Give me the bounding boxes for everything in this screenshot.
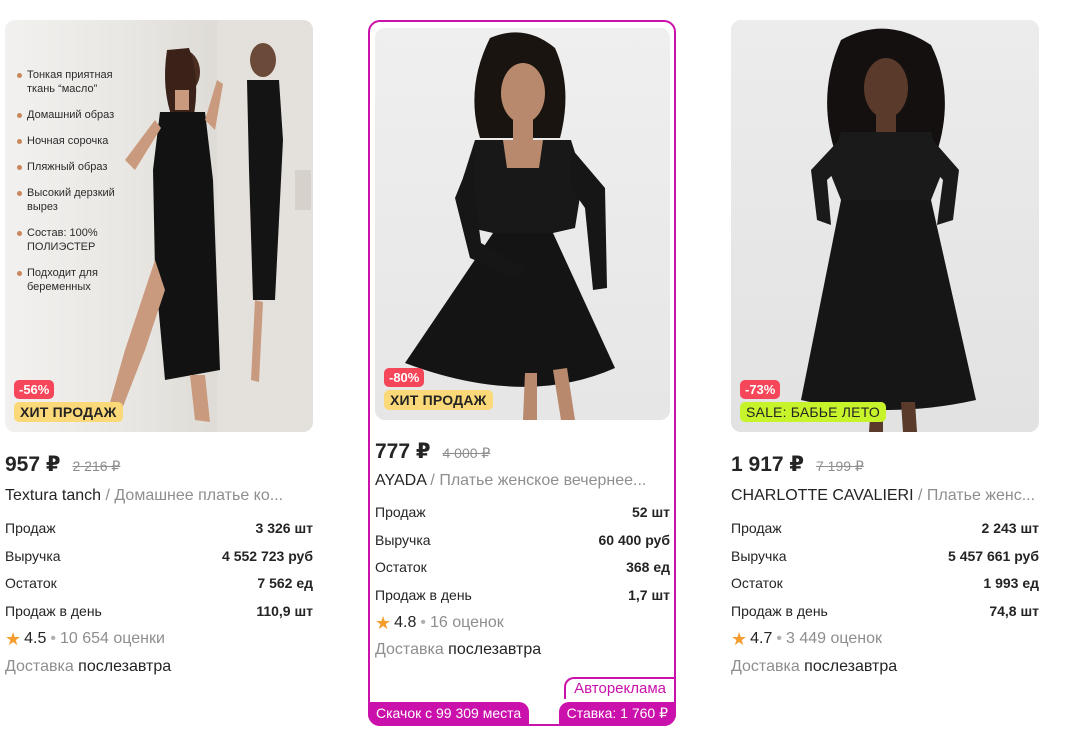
old-price: 2 216 ₽ xyxy=(72,458,121,474)
product-title[interactable]: CHARLOTTE CAVALIERI / Платье женс... xyxy=(731,487,1036,505)
price-line: 1 917 ₽ 7 199 ₽ xyxy=(731,452,1039,477)
feature-item: Пляжный образ xyxy=(17,160,132,174)
product-image[interactable]: Тонкая приятная ткань “масло” Домашний о… xyxy=(5,20,313,432)
rating: ★ 4.5 • 10 654 оценки xyxy=(5,630,313,648)
stat-row: Продаж 52 шт xyxy=(375,504,670,520)
brand: Textura tanch xyxy=(5,487,102,504)
product-image[interactable]: -80% ХИТ ПРОДАЖ xyxy=(375,28,670,420)
model-silhouette xyxy=(405,32,615,420)
delivery-value: послезавтра xyxy=(78,658,172,675)
price: 957 ₽ xyxy=(5,453,61,476)
feature-item: Домашний образ xyxy=(17,108,132,122)
stat-row: Продаж 3 326 шт xyxy=(5,520,313,536)
stats-table: Продаж 52 шт Выручка 60 400 руб Остаток 368… xyxy=(375,502,670,612)
product-name: / Платье женс... xyxy=(913,487,1036,504)
rating-value: 4.7 xyxy=(750,630,773,647)
price: 777 ₽ xyxy=(375,440,431,463)
stat-row: Продаж в день 74,8 шт xyxy=(731,602,1039,619)
reviews-count: 3 449 оценок xyxy=(786,630,882,647)
delivery: Доставка послезавтра xyxy=(5,658,313,676)
old-price: 7 199 ₽ xyxy=(816,458,864,474)
stat-row: Остаток 7 562 ед xyxy=(5,575,313,591)
product-card[interactable]: Тонкая приятная ткань “масло” Домашний о… xyxy=(5,20,313,676)
rating: ★ 4.7 • 3 449 оценок xyxy=(731,630,1039,648)
product-title[interactable]: AYADA / Платье женское вечернее... xyxy=(375,472,668,490)
star-icon: ★ xyxy=(731,629,748,649)
product-name: / Платье женское вечернее... xyxy=(425,472,647,489)
badges: -56% ХИТ ПРОДАЖ xyxy=(14,380,123,422)
separator: • xyxy=(50,630,56,647)
delivery-label: Доставка xyxy=(731,658,800,675)
delivery-label: Доставка xyxy=(375,641,444,658)
stat-row: Продаж в день 1,7 шт xyxy=(375,586,670,603)
model-silhouette xyxy=(801,28,976,432)
product-image[interactable]: -73% SALE: БАБЬЕ ЛЕТО xyxy=(731,20,1039,432)
product-card-promoted[interactable]: -80% ХИТ ПРОДАЖ 777 ₽ 4 000 ₽ AYADA / Пл… xyxy=(368,20,676,726)
discount-badge: -56% xyxy=(14,380,55,399)
delivery-value: послезавтра xyxy=(448,641,542,658)
product-title[interactable]: Textura tanch / Домашнее платье ко... xyxy=(5,487,310,505)
brand: CHARLOTTE CAVALIERI xyxy=(731,487,914,504)
position-jump: Скачок с 99 309 места xyxy=(368,702,530,726)
stats-table: Продаж 3 326 шт Выручка 4 552 723 руб Оста… xyxy=(5,518,313,628)
stat-row: Продаж в день 110,9 шт xyxy=(5,602,313,619)
rating-value: 4.5 xyxy=(24,630,47,647)
promo-badge: ХИТ ПРОДАЖ xyxy=(14,402,123,422)
feature-item: Подходит для беременных xyxy=(17,266,132,294)
rating: ★ 4.8 • 16 оценок xyxy=(375,614,674,632)
stats-table: Продаж 2 243 шт Выручка 5 457 661 руб Оста… xyxy=(731,518,1039,628)
brand: AYADA xyxy=(375,472,426,489)
ad-info-bar: Скачок с 99 309 места Ставка: 1 760 ₽ xyxy=(368,702,676,726)
stat-row: Выручка 4 552 723 руб xyxy=(5,547,313,564)
discount-badge: -73% xyxy=(740,380,781,399)
promo-badge: SALE: БАБЬЕ ЛЕТО xyxy=(740,402,886,422)
product-name: / Домашнее платье ко... xyxy=(101,487,284,504)
feature-item: Высокий дерзкий вырез xyxy=(17,186,132,214)
delivery-label: Доставка xyxy=(5,658,74,675)
delivery: Доставка послезавтра xyxy=(731,658,1039,676)
feature-list: Тонкая приятная ткань “масло” Домашний о… xyxy=(17,68,132,306)
star-icon: ★ xyxy=(375,613,392,633)
stat-row: Продаж 2 243 шт xyxy=(731,520,1039,536)
price: 1 917 ₽ xyxy=(731,453,804,476)
price-line: 957 ₽ 2 216 ₽ xyxy=(5,452,313,477)
bid-amount: Ставка: 1 760 ₽ xyxy=(558,702,676,726)
old-price: 4 000 ₽ xyxy=(442,445,491,461)
stat-row: Остаток 1 993 ед xyxy=(731,575,1039,591)
product-card[interactable]: -73% SALE: БАБЬЕ ЛЕТО 1 917 ₽ 7 199 ₽ CH… xyxy=(731,20,1039,676)
feature-item: Тонкая приятная ткань “масло” xyxy=(17,68,132,96)
delivery: Доставка послезавтра xyxy=(375,641,674,659)
reviews-count: 10 654 оценки xyxy=(60,630,165,647)
price-line: 777 ₽ 4 000 ₽ xyxy=(375,439,674,464)
stat-row: Выручка 60 400 руб xyxy=(375,531,670,548)
separator: • xyxy=(776,630,782,647)
delivery-value: послезавтра xyxy=(804,658,898,675)
promo-badge: ХИТ ПРОДАЖ xyxy=(384,390,493,410)
stat-row: Остаток 368 ед xyxy=(375,559,670,575)
feature-item: Ночная сорочка xyxy=(17,134,132,148)
reviews-count: 16 оценок xyxy=(430,614,504,631)
star-icon: ★ xyxy=(5,629,22,649)
autoad-tag[interactable]: Автореклама xyxy=(564,677,676,699)
discount-badge: -80% xyxy=(384,368,425,387)
badges: -73% SALE: БАБЬЕ ЛЕТО xyxy=(740,380,886,422)
stat-row: Выручка 5 457 661 руб xyxy=(731,547,1039,564)
separator: • xyxy=(420,614,426,631)
badges: -80% ХИТ ПРОДАЖ xyxy=(384,368,493,410)
feature-item: Состав: 100% ПОЛИЭСТЕР xyxy=(17,226,132,254)
rating-value: 4.8 xyxy=(394,614,417,631)
